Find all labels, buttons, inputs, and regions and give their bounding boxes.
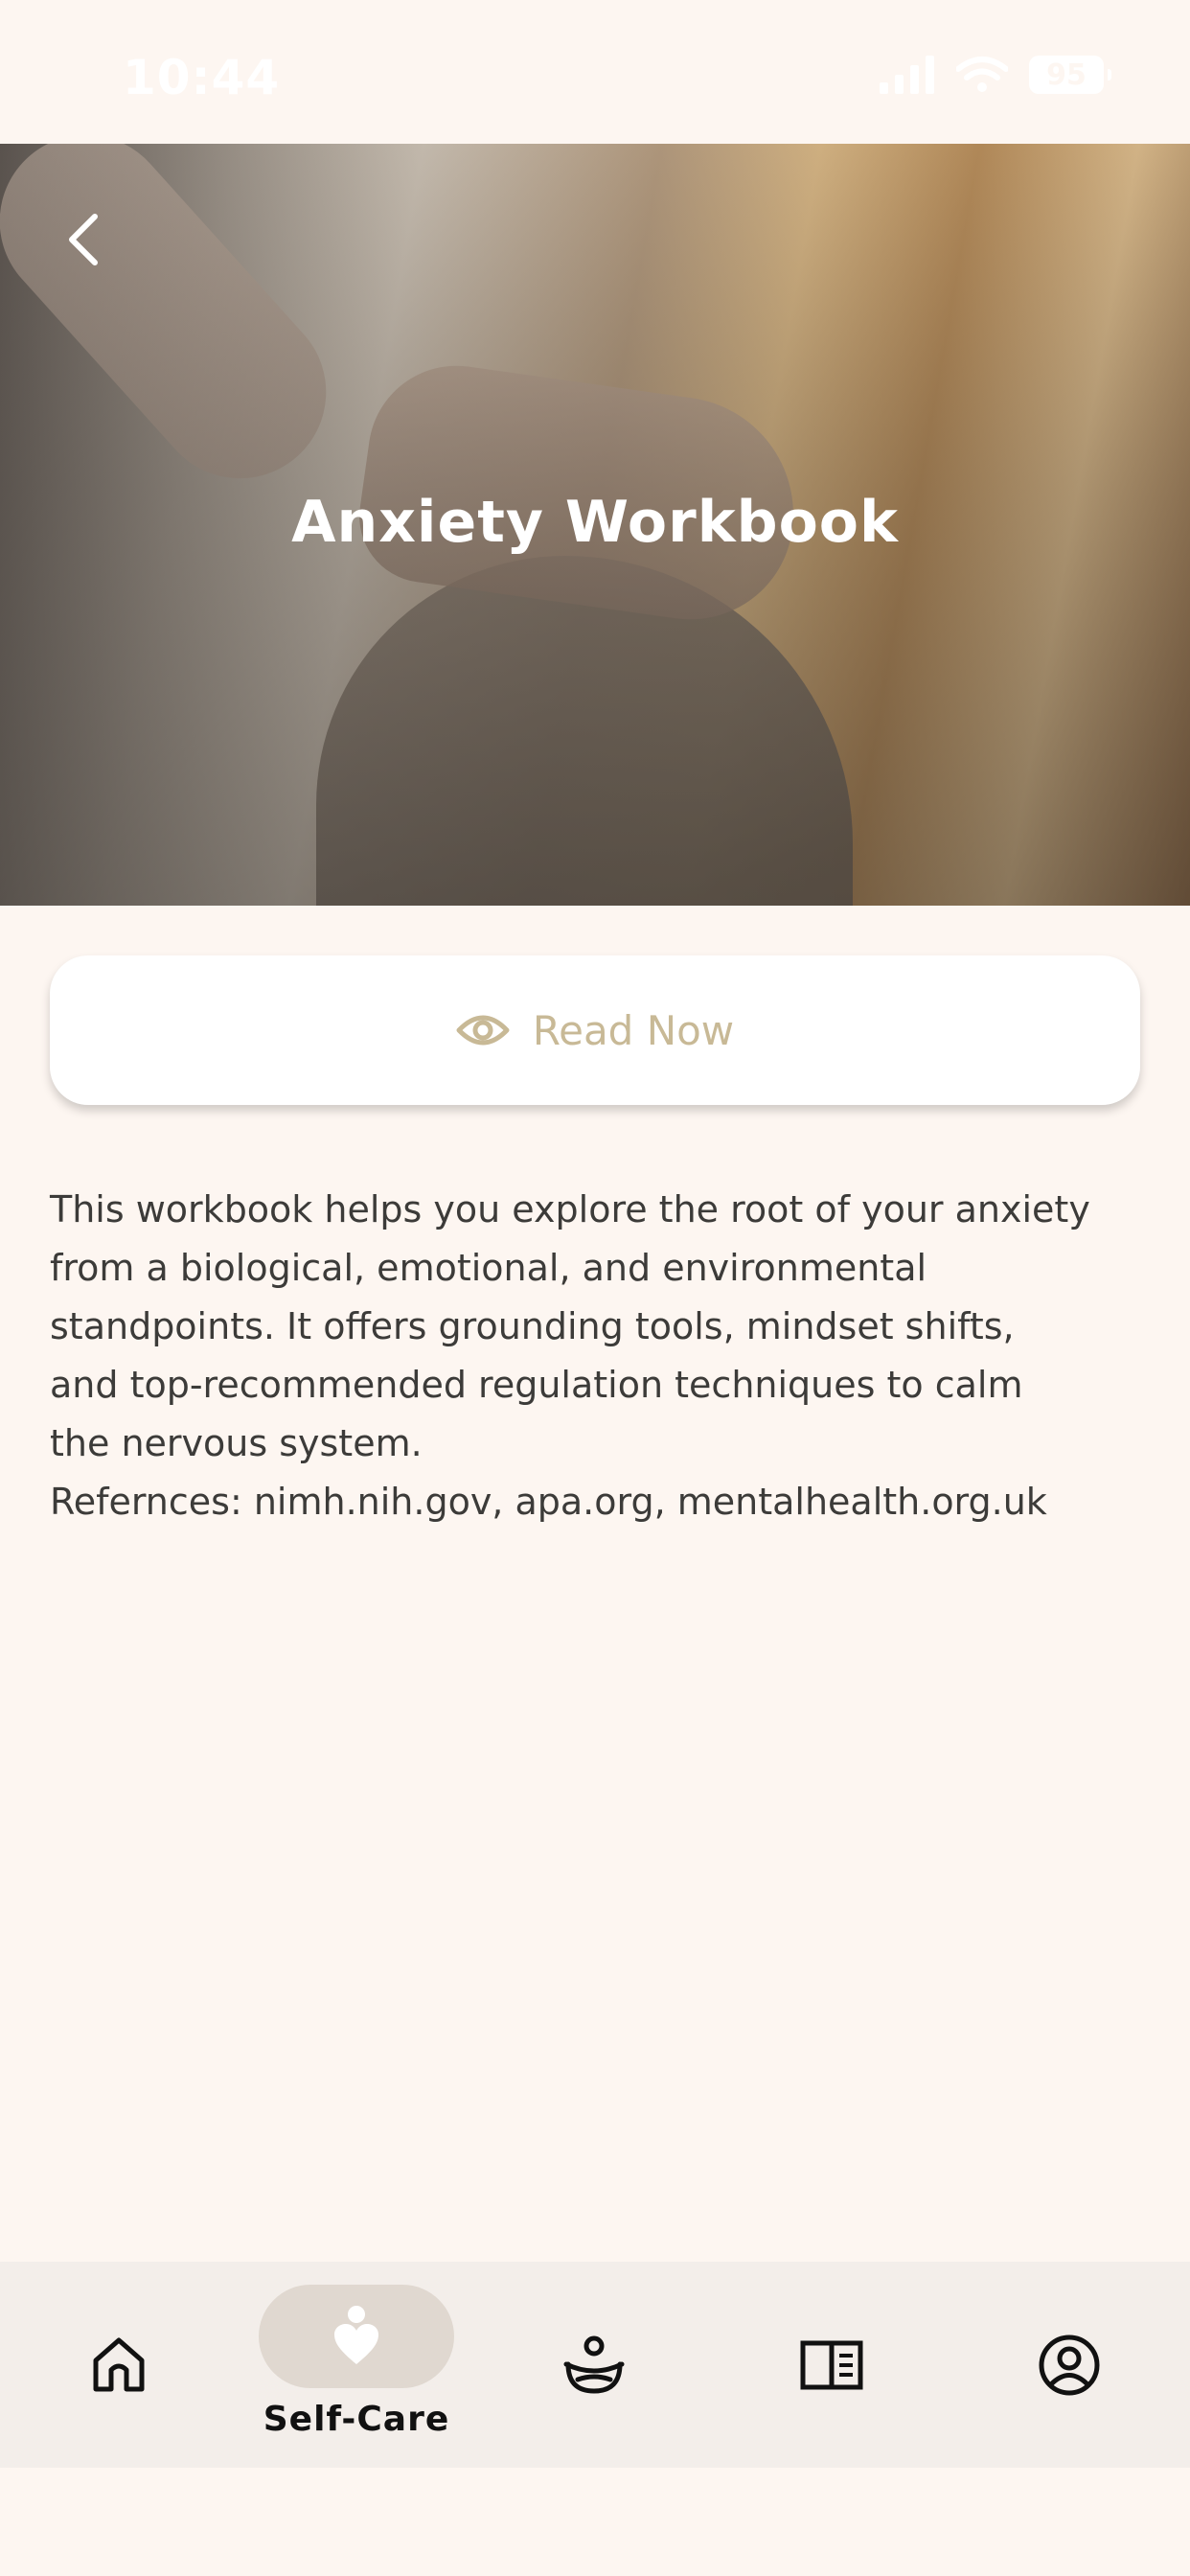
eye-icon [456, 1015, 510, 1046]
signal-icon [880, 56, 934, 94]
journal-icon [800, 2340, 863, 2389]
nav-item-self-care[interactable]: Self-Care [238, 2262, 475, 2468]
meditation-icon [563, 2335, 625, 2394]
self-care-icon [334, 2306, 378, 2364]
nav-item-journal[interactable] [713, 2262, 950, 2468]
nav-item-home[interactable] [0, 2262, 238, 2468]
home-icon [93, 2337, 145, 2391]
bottom-nav: Self-Care [0, 2262, 1190, 2468]
status-icons: 95 [880, 56, 1111, 94]
battery-indicator: 95 [1029, 56, 1111, 94]
status-bar: 10:44 95 [0, 0, 1190, 144]
chevron-left-icon [69, 214, 98, 265]
read-now-button[interactable]: Read Now [50, 955, 1140, 1105]
nav-item-profile[interactable] [950, 2262, 1188, 2468]
hero-image: Anxiety Workbook [0, 144, 1190, 906]
workbook-description: This workbook helps you explore the root… [50, 1188, 1090, 1523]
nav-active-pill [259, 2285, 454, 2388]
profile-icon [1039, 2334, 1100, 2395]
page-title: Anxiety Workbook [291, 489, 899, 556]
wifi-icon [956, 57, 1008, 92]
nav-label-self-care: Self-Care [263, 2400, 450, 2439]
back-button[interactable] [50, 201, 117, 278]
read-now-label: Read Now [532, 1006, 735, 1054]
status-time: 10:44 [123, 50, 281, 105]
nav-item-meditation[interactable] [475, 2262, 713, 2468]
